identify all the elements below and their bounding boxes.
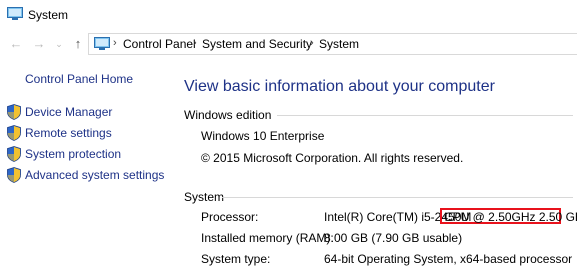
system-type-value: 64-bit Operating System, x64-based proce… [324, 252, 573, 266]
page-title: View basic information about your comput… [184, 78, 495, 95]
copyright-text: © 2015 Microsoft Corporation. All rights… [201, 151, 464, 165]
section-divider [277, 115, 573, 116]
sidebar-item-label[interactable]: Advanced system settings [25, 168, 164, 182]
system-type-label: System type: [201, 252, 271, 266]
title-bar: System [0, 0, 577, 31]
breadcrumb-system[interactable]: System [319, 37, 359, 51]
up-arrow-icon[interactable]: ↑ [70, 36, 86, 52]
breadcrumb-system-and-security[interactable]: System and Security [202, 37, 312, 51]
chevron-down-icon[interactable]: ⌄ [51, 36, 67, 52]
chevron-right-icon[interactable]: › [193, 37, 197, 49]
processor-speed: CPU @ 2.50GHz 2.50 GHz [444, 210, 577, 224]
edition-name: Windows 10 Enterprise [201, 129, 325, 143]
chevron-right-icon[interactable]: › [310, 37, 314, 49]
memory-label: Installed memory (RAM): [201, 231, 334, 245]
shield-icon [7, 104, 21, 120]
chevron-right-icon: › [113, 37, 117, 49]
sidebar-item-label[interactable]: Device Manager [25, 105, 112, 119]
control-panel-home-link[interactable]: Control Panel Home [25, 72, 133, 86]
shield-icon [7, 125, 21, 141]
shield-icon [7, 146, 21, 162]
navigation-bar: ← → ⌄ ↑ › Control Panel › System and Sec… [0, 31, 577, 58]
shield-icon [7, 167, 21, 183]
breadcrumb-control-panel[interactable]: Control Panel [123, 37, 196, 51]
window-title: System [28, 8, 69, 22]
section-divider [222, 197, 573, 198]
forward-arrow-icon[interactable]: → [31, 36, 47, 52]
sidebar-item-label[interactable]: Remote settings [25, 126, 112, 140]
memory-value: 8.00 GB (7.90 GB usable) [324, 231, 463, 245]
system-heading: System [184, 190, 225, 204]
system-monitor-icon [7, 7, 23, 20]
sidebar-item-label[interactable]: System protection [25, 147, 121, 161]
address-bar[interactable]: › Control Panel › System and Security › … [88, 33, 577, 55]
control-panel-icon [94, 37, 110, 50]
back-arrow-icon[interactable]: ← [8, 36, 24, 52]
windows-edition-heading: Windows edition [184, 108, 272, 122]
processor-label: Processor: [201, 210, 259, 224]
